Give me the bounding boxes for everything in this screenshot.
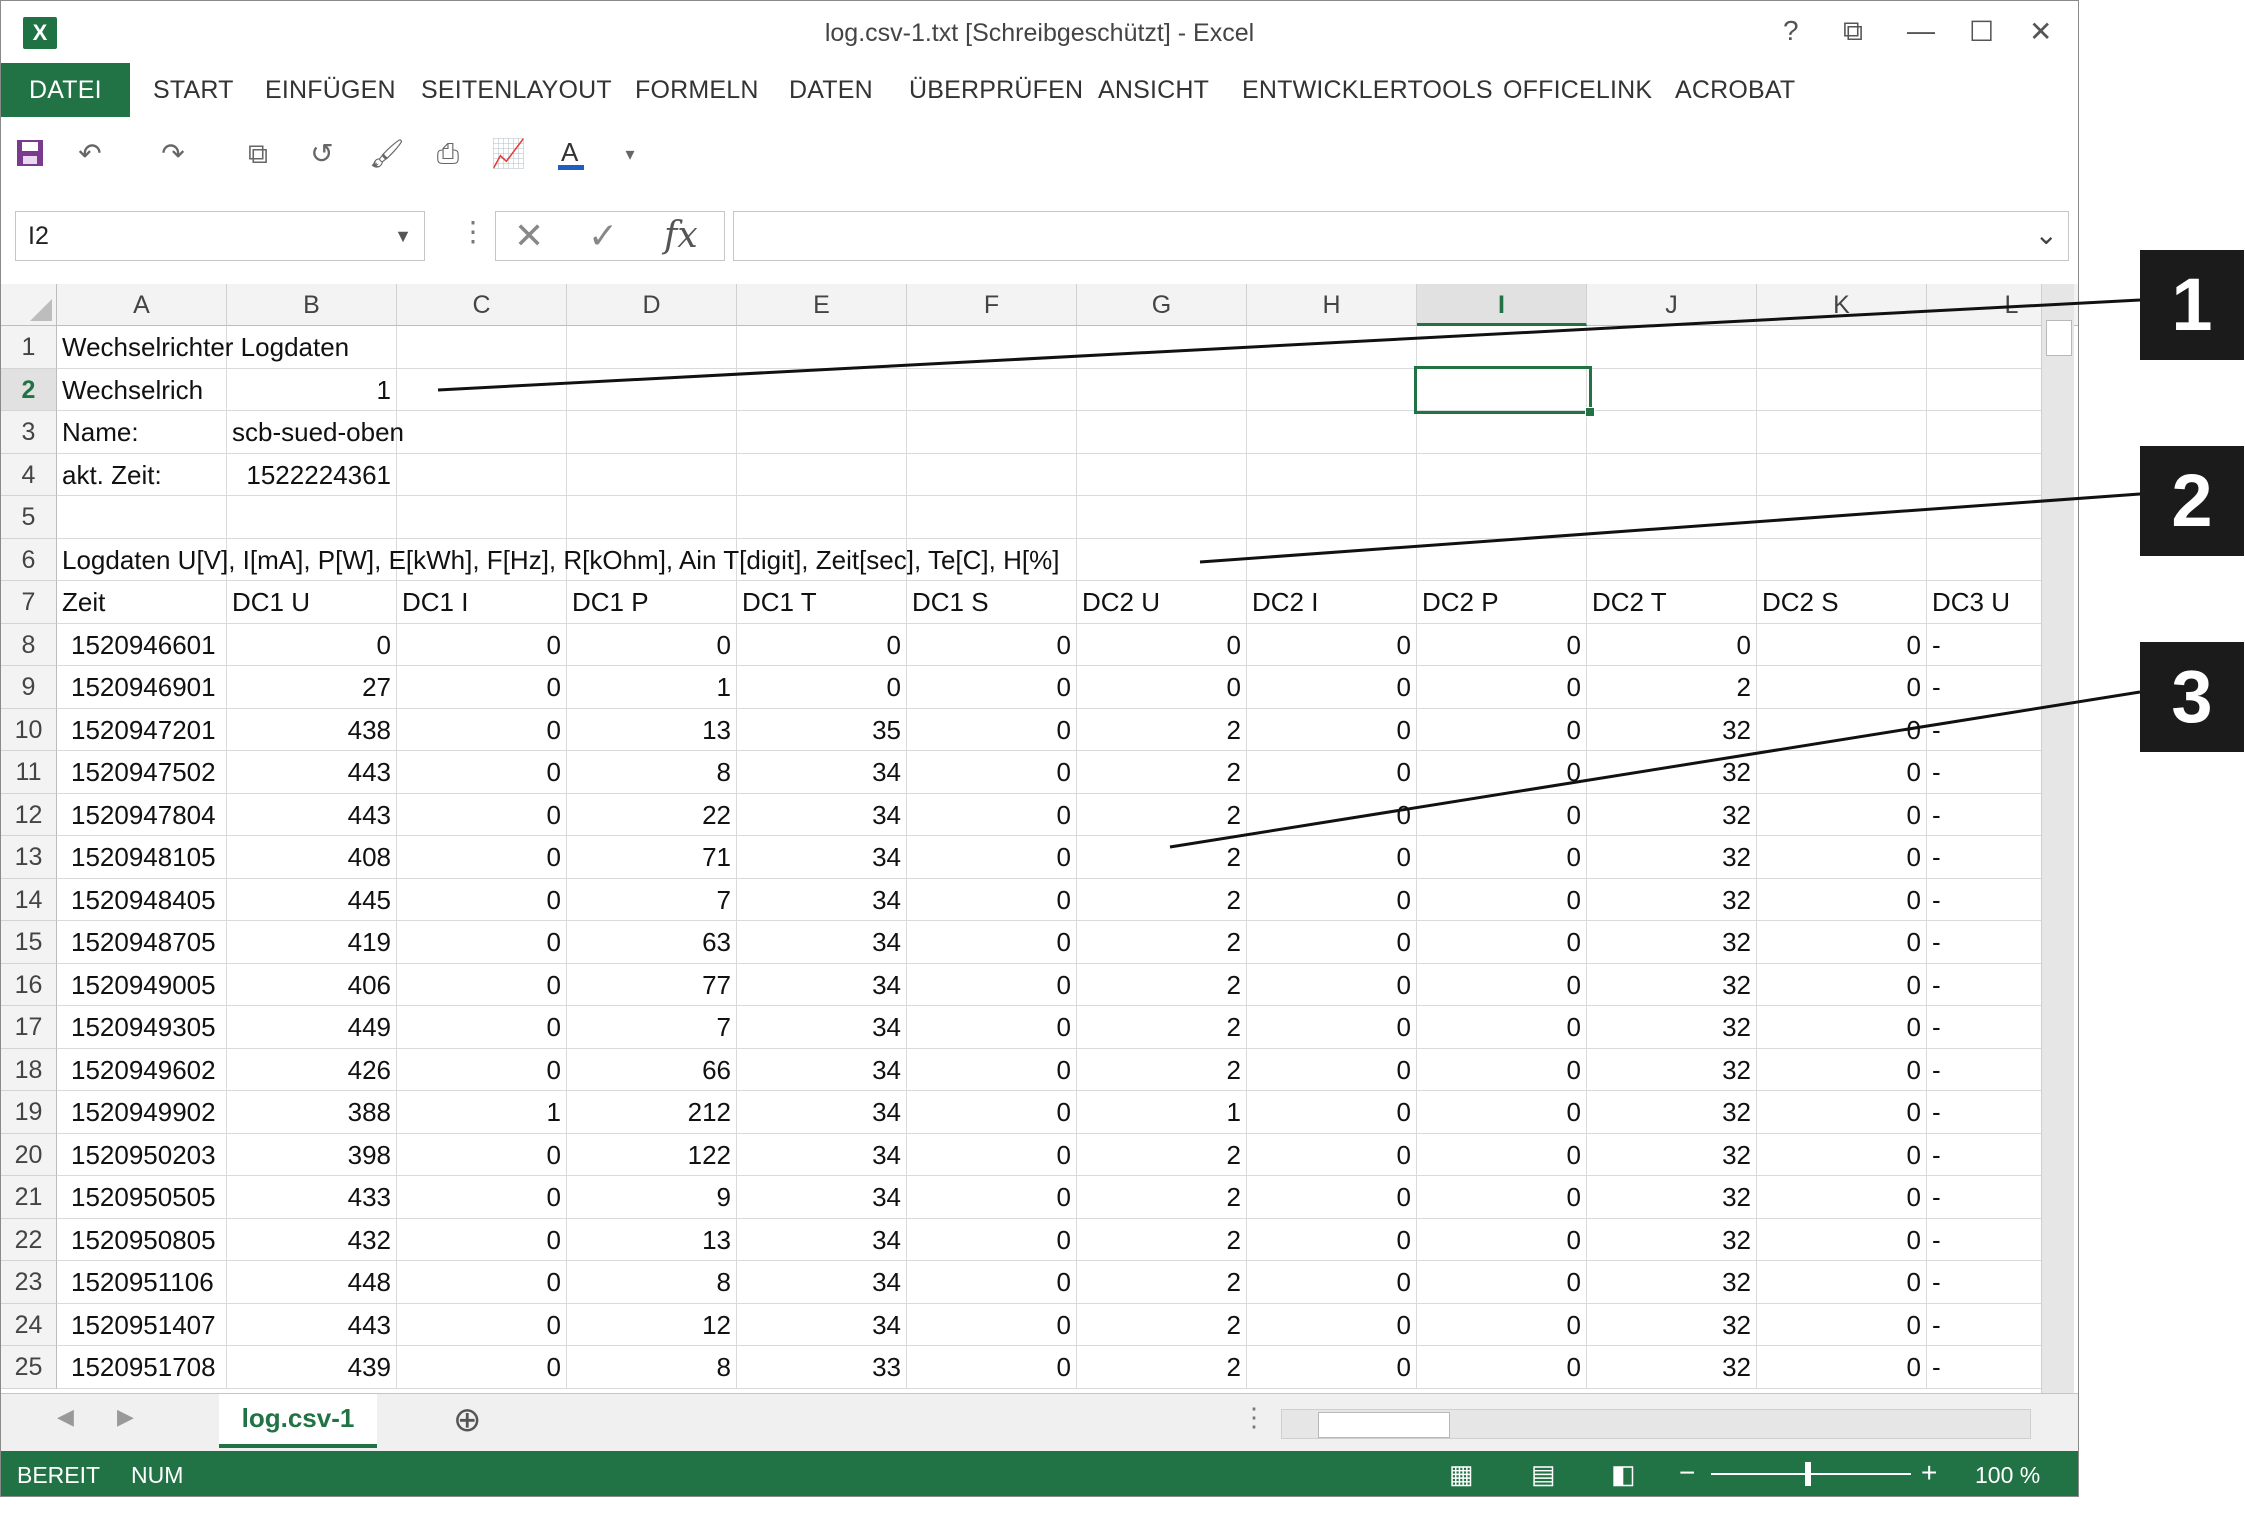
callout-line-3: [1169, 690, 2141, 849]
callout-lines: [437, 298, 2141, 849]
callout-line-2: [1199, 492, 2141, 564]
callout-badge-2: 2: [2140, 446, 2244, 556]
callout-line-1: [437, 298, 2141, 392]
callout-badge-3: 3: [2140, 642, 2244, 752]
callout-badge-1: 1: [2140, 250, 2244, 360]
